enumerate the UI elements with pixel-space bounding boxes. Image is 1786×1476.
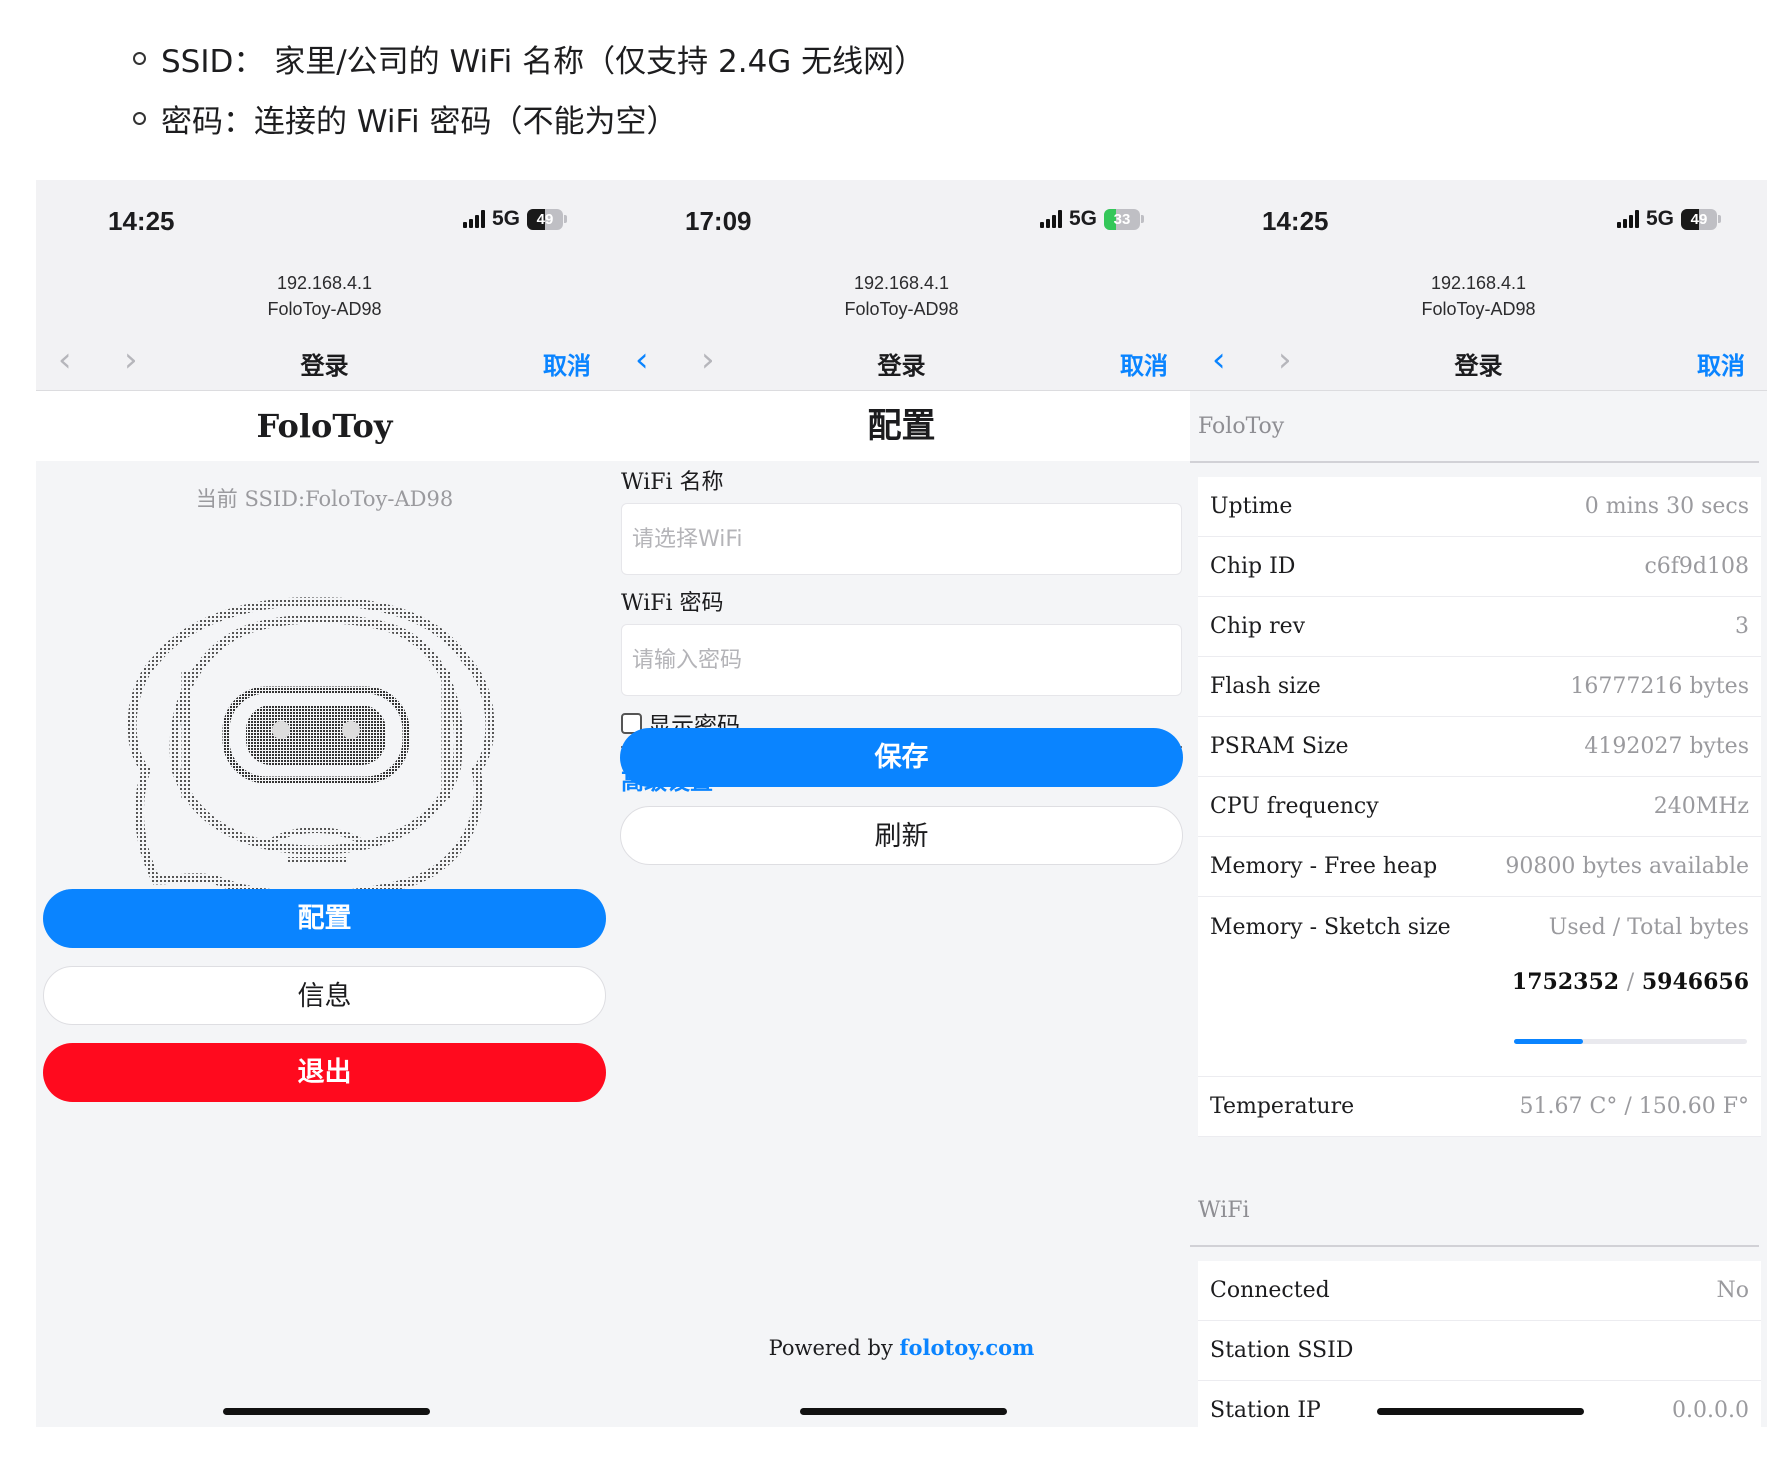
home-indicator[interactable] [1377,1408,1584,1415]
url-host: 192.168.4.1 [853,273,950,293]
wifi-info-table: Connected No Station SSID Station IP 0.0.0… [1198,1261,1761,1427]
status-icons: 5G 49 [462,207,567,231]
section-header-folotoy: FoloToy [1190,391,1759,463]
sketch-size-values: 1752352 / 5946656 [1511,969,1749,995]
table-row: Memory - Sketch size Used / Total bytes [1198,897,1761,957]
battery-icon: 49 [1681,208,1717,230]
url-host: 192.168.4.1 [1430,273,1527,293]
cancel-button[interactable]: 取消 [543,346,591,381]
site-name: FoloToy-AD98 [267,299,382,319]
current-ssid: 当前 SSID:FoloToy-AD98 [195,487,454,511]
table-row: Station SSID [1198,1321,1761,1381]
bullet-text: 密码：连接的 WiFi 密码（不能为空） [161,103,678,140]
table-row: CPU frequency 240MHz [1198,777,1761,837]
nav-bar: ‹ › 登录 取消 [36,330,613,391]
signal-icon [1039,210,1062,228]
nav-title: 登录 [300,352,349,380]
url-host: 192.168.4.1 [276,273,373,293]
battery-icon: 49 [527,208,563,230]
table-row: Flash size 16777216 bytes [1198,657,1761,717]
sketch-used: 1752352 [1511,969,1620,995]
sketch-size-detail: 1752352 / 5946656 [1198,957,1761,1077]
instructions-list: SSID： 家里/公司的 WiFi 名称（仅支持 2.4G 无线网） 密码：连接… [133,28,925,148]
network-type: 5G [1068,207,1097,230]
refresh-button[interactable]: 刷新 [620,806,1183,865]
nav-title: 登录 [1454,352,1503,380]
save-button[interactable]: 保存 [620,728,1183,787]
robot-logo-icon [116,580,516,910]
sketch-total: 5946656 [1641,969,1749,995]
cancel-button[interactable]: 取消 [1120,346,1168,381]
status-icons: 5G 33 [1039,207,1144,231]
page-title: FoloToy [36,391,613,461]
url-bar[interactable]: 192.168.4.1 FoloToy-AD98 [613,270,1190,330]
list-item-ssid: SSID： 家里/公司的 WiFi 名称（仅支持 2.4G 无线网） [133,28,925,88]
powered-by-text: Powered by [768,1336,893,1360]
table-row: Chip rev 3 [1198,597,1761,657]
wifi-name-input[interactable]: 请选择WiFi [621,503,1182,575]
list-item-password: 密码：连接的 WiFi 密码（不能为空） [133,88,925,148]
nav-bar: ‹ › 登录 取消 [613,330,1190,391]
sketch-progress-bar [1514,1039,1747,1044]
url-bar[interactable]: 192.168.4.1 FoloToy-AD98 [36,270,613,330]
info-button[interactable]: 信息 [43,966,606,1025]
wifi-password-input[interactable]: 请输入密码 [621,624,1182,696]
status-bar: 14:25 5G 49 [36,180,613,270]
status-icons: 5G 49 [1616,207,1721,231]
table-row: Memory - Free heap 90800 bytes available [1198,837,1761,897]
table-row: Temperature 51.67 C° / 150.60 F° [1198,1077,1761,1137]
phone-screen-config: 17:09 5G 33 192.168.4.1 FoloToy-AD98 ‹ ›… [613,180,1190,1427]
home-indicator[interactable] [223,1408,430,1415]
phone-screen-info: 14:25 5G 49 192.168.4.1 FoloToy-AD98 ‹ ›… [1190,180,1767,1427]
table-row: Chip ID c6f9d108 [1198,537,1761,597]
signal-icon [1616,210,1639,228]
page-title: 配置 [613,391,1190,461]
site-name: FoloToy-AD98 [844,299,959,319]
config-button[interactable]: 配置 [43,889,606,948]
status-bar: 17:09 5G 33 [613,180,1190,270]
wifi-password-label: WiFi 密码 [621,591,724,616]
wifi-name-label: WiFi 名称 [621,470,724,495]
table-row: PSRAM Size 4192027 bytes [1198,717,1761,777]
home-indicator[interactable] [800,1408,1007,1415]
status-bar: 14:25 5G 49 [1190,180,1767,270]
exit-button[interactable]: 退出 [43,1043,606,1102]
url-bar[interactable]: 192.168.4.1 FoloToy-AD98 [1190,270,1767,330]
table-row: Station IP 0.0.0.0 [1198,1381,1761,1427]
nav-title: 登录 [877,352,926,380]
powered-by-footer: Powered by folotoy.com [613,1335,1190,1360]
nav-bar: ‹ › 登录 取消 [1190,330,1767,391]
section-header-wifi: WiFi [1190,1175,1759,1247]
bullet-circle-icon [133,111,146,125]
bullet-text: SSID： 家里/公司的 WiFi 名称（仅支持 2.4G 无线网） [161,43,926,80]
signal-icon [462,210,485,228]
phone-screen-login: 14:25 5G 49 192.168.4.1 FoloToy-AD98 ‹ ›… [36,180,613,1427]
status-time: 14:25 [108,206,175,236]
table-row: Connected No [1198,1261,1761,1321]
table-row: Uptime 0 mins 30 secs [1198,477,1761,537]
battery-icon: 33 [1104,208,1140,230]
device-info-table: Uptime 0 mins 30 secs Chip ID c6f9d108 Chi… [1198,477,1761,1137]
bullet-circle-icon [133,51,146,65]
network-type: 5G [1645,207,1674,230]
folotoy-link[interactable]: folotoy.com [900,1335,1035,1360]
cancel-button[interactable]: 取消 [1697,346,1745,381]
status-time: 14:25 [1262,206,1329,236]
site-name: FoloToy-AD98 [1421,299,1536,319]
network-type: 5G [491,207,520,230]
status-time: 17:09 [685,206,752,236]
